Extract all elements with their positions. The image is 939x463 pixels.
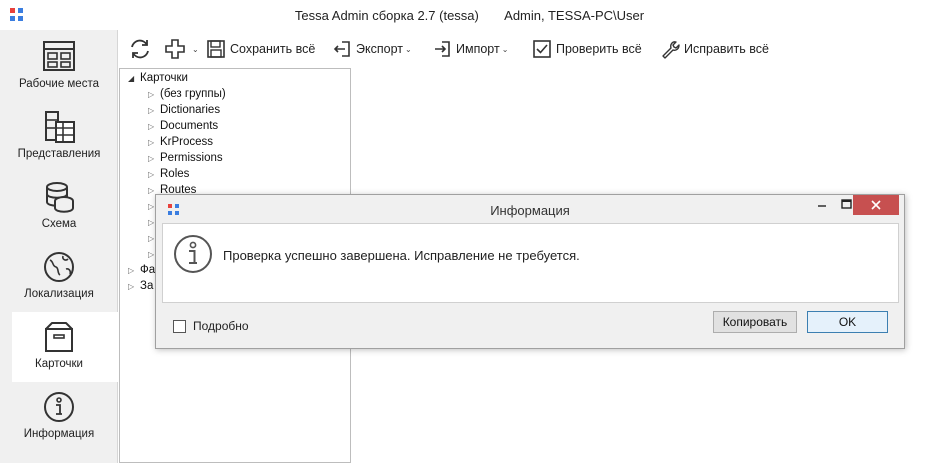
- dialog-message-area: Проверка успешно завершена. Исправление …: [162, 223, 899, 303]
- chevron-down-icon: ⌄: [192, 44, 199, 54]
- sidebar: Рабочие места Представления Схема Локали…: [0, 30, 118, 463]
- chevron-down-icon: ⌄: [404, 44, 412, 54]
- tree-node[interactable]: ▷ (без группы): [148, 88, 226, 104]
- refresh-icon: [131, 39, 149, 59]
- sidebar-item-schema[interactable]: Схема: [0, 172, 118, 242]
- check-all-button[interactable]: Проверить всё: [532, 38, 642, 60]
- details-checkbox[interactable]: [173, 319, 186, 333]
- info-icon: [44, 392, 74, 422]
- workplaces-icon: [43, 41, 75, 71]
- fix-all-label: Исправить всё: [684, 42, 769, 56]
- collapsed-triangle-icon: ▷: [128, 282, 135, 291]
- copy-button[interactable]: Копировать: [713, 311, 797, 333]
- info-icon: [174, 235, 212, 273]
- window-titlebar: Tessa Admin сборка 2.7 (tessa) Admin, TE…: [0, 0, 939, 30]
- tree-node[interactable]: ▷ За: [128, 280, 153, 296]
- chevron-down-icon: ⌄: [501, 44, 509, 54]
- wrench-icon: [662, 41, 680, 59]
- collapsed-triangle-icon: ▷: [128, 266, 135, 275]
- dialog-message: Проверка успешно завершена. Исправление …: [223, 248, 580, 263]
- sidebar-item-label: Рабочие места: [18, 78, 99, 90]
- collapsed-triangle-icon: ▷: [148, 122, 155, 131]
- sidebar-item-views[interactable]: Представления: [0, 102, 118, 172]
- export-button[interactable]: Экспорт ⌄: [332, 38, 412, 60]
- export-icon: [333, 41, 350, 57]
- tree-node[interactable]: ▷ Permissions: [148, 152, 223, 168]
- import-label: Импорт: [456, 42, 500, 56]
- collapsed-triangle-icon: ▷: [148, 138, 155, 147]
- sidebar-item-label: Схема: [41, 218, 77, 230]
- ok-button[interactable]: OK: [807, 311, 888, 333]
- import-button[interactable]: Импорт ⌄: [432, 38, 508, 60]
- collapsed-triangle-icon: ▷: [148, 90, 155, 99]
- refresh-button[interactable]: [128, 38, 156, 60]
- tree-node-root[interactable]: ◢ Карточки: [128, 72, 188, 88]
- sidebar-item-label: Представления: [17, 148, 101, 160]
- add-button[interactable]: ⌄: [164, 38, 199, 60]
- close-button[interactable]: [853, 195, 899, 215]
- dialog-title: Информация: [490, 203, 570, 218]
- plus-icon: [165, 39, 185, 59]
- collapsed-triangle-icon: ▷: [148, 106, 155, 115]
- details-label: Подробно: [193, 319, 249, 333]
- sidebar-item-label: Информация: [23, 428, 95, 440]
- tree-node[interactable]: ▷ Roles: [148, 168, 189, 184]
- sidebar-item-information[interactable]: Информация: [0, 382, 118, 452]
- check-all-label: Проверить всё: [556, 42, 642, 56]
- save-all-button[interactable]: Сохранить всё: [206, 38, 315, 60]
- save-icon: [207, 40, 225, 58]
- fix-all-button[interactable]: Исправить всё: [660, 38, 769, 60]
- save-all-label: Сохранить всё: [230, 42, 316, 56]
- sidebar-item-workplaces[interactable]: Рабочие места: [0, 32, 118, 102]
- information-dialog: Информация Проверка успешно завершена. И…: [155, 194, 905, 349]
- sidebar-item-localization[interactable]: Локализация: [0, 242, 118, 312]
- expanded-triangle-icon: ◢: [128, 74, 135, 83]
- globe-icon: [44, 252, 74, 282]
- import-icon: [435, 41, 450, 57]
- box-icon: [45, 322, 73, 352]
- dialog-titlebar[interactable]: Информация: [156, 195, 904, 223]
- window-title: Tessa Admin сборка 2.7 (tessa) Admin, TE…: [294, 8, 645, 23]
- views-icon: [45, 111, 75, 143]
- close-icon: [871, 200, 881, 210]
- details-checkbox-row[interactable]: Подробно: [173, 319, 249, 333]
- sidebar-item-label: Локализация: [24, 288, 94, 300]
- collapsed-triangle-icon: ▷: [148, 154, 155, 163]
- tree-node[interactable]: ▷ Фа: [128, 264, 155, 280]
- tree-node[interactable]: ▷ Documents: [148, 120, 218, 136]
- sidebar-item-cards[interactable]: Карточки: [12, 312, 118, 382]
- toolbar: ⌄ Сохранить всё Экспорт ⌄ Импорт ⌄ Прове…: [118, 30, 939, 68]
- collapsed-triangle-icon: ▷: [148, 170, 155, 179]
- tree-node[interactable]: ▷ KrProcess: [148, 136, 213, 152]
- export-label: Экспорт: [356, 42, 403, 56]
- database-icon: [46, 182, 74, 213]
- sidebar-item-label: Карточки: [35, 358, 83, 370]
- tree-node[interactable]: ▷ Dictionaries: [148, 104, 220, 120]
- checkbox-check-icon: [533, 40, 551, 58]
